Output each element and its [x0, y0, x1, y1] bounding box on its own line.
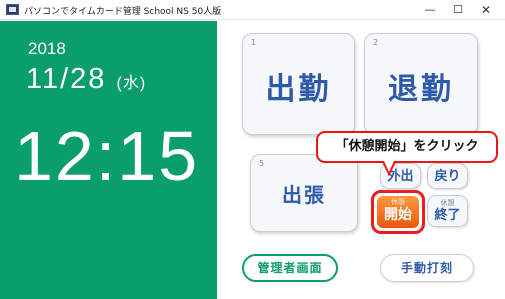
business-trip-number: 5 [259, 159, 265, 168]
clock-date-row: 11/28 (水) [26, 63, 146, 96]
admin-screen-button[interactable]: 管理者画面 [242, 254, 338, 282]
manual-entry-button[interactable]: 手動打刻 [380, 254, 474, 282]
clock-out-number: 2 [373, 38, 379, 47]
break-end-top: 休憩 [440, 199, 455, 207]
business-trip-label: 出張 [282, 183, 326, 207]
break-start-label: 開始 [384, 207, 412, 223]
break-start-face: 休憩 開始 [377, 196, 419, 228]
break-start-top: 休憩 [391, 198, 405, 206]
callout-tail-inner [384, 161, 394, 172]
minimize-button[interactable]: — [415, 0, 445, 20]
clock-date: 11/28 [26, 63, 107, 95]
clock-panel: 2018 11/28 (水) 12:15 [0, 21, 217, 299]
clock-day-of-week: (水) [116, 75, 147, 92]
clock-in-button[interactable]: 1 出勤 [242, 33, 355, 135]
business-trip-button[interactable]: 5 出張 [250, 154, 358, 232]
clock-year: 2018 [28, 39, 66, 58]
clock-in-number: 1 [251, 38, 257, 47]
clock-out-label: 退勤 [388, 72, 454, 107]
window-title: パソコンでタイムカード管理 School NS 50人版 [24, 7, 222, 17]
maximize-button[interactable]: ☐ [443, 0, 473, 20]
break-start-button[interactable]: 休憩 開始 [371, 190, 425, 234]
return-button[interactable]: 戻り [427, 163, 468, 189]
app-icon [6, 4, 19, 15]
clock-out-button[interactable]: 2 退勤 [364, 33, 478, 135]
return-label: 戻り [434, 169, 461, 184]
instruction-callout: 「休憩開始」をクリック [316, 131, 498, 163]
clock-time: 12:15 [14, 117, 200, 195]
break-end-label: 終了 [434, 208, 461, 223]
break-end-button[interactable]: 休憩 終了 [427, 195, 468, 227]
title-bar: パソコンでタイムカード管理 School NS 50人版 — ☐ ✕ [0, 0, 505, 20]
clock-in-label: 出勤 [265, 72, 332, 107]
close-button[interactable]: ✕ [471, 0, 501, 20]
